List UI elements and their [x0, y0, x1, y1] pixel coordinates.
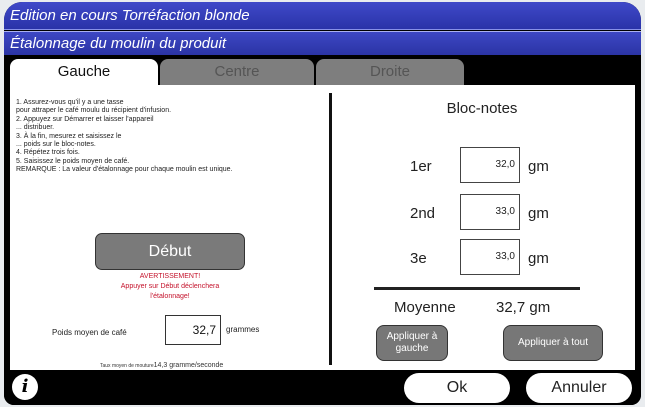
apply-left-button[interactable]: Appliquer à gauche: [376, 325, 448, 361]
instruction-line: 4. Répétez trois fois.: [16, 149, 80, 157]
notepad-row-unit: gm: [528, 250, 549, 267]
notepad-average-label: Moyenne: [394, 299, 456, 316]
notepad-row-unit: gm: [528, 205, 549, 222]
warning-title: AVERTISSEMENT!: [139, 273, 201, 280]
average-weight-label: Poids moyen de café: [52, 328, 127, 337]
apply-left-label: Appliquer à gauche: [386, 331, 438, 354]
notepad-row-label: 3e: [410, 250, 427, 267]
start-button[interactable]: Début: [95, 233, 245, 270]
notepad-input-3[interactable]: 33,0: [460, 239, 520, 275]
grind-rate: Taux moyen de mouture14,3 gramme/seconde: [100, 362, 223, 369]
notepad-input-1[interactable]: 32,0: [460, 147, 520, 183]
notepad-row-unit: gm: [528, 158, 549, 175]
window: Edition en cours Torréfaction blonde Éta…: [4, 2, 641, 405]
instruction-line: ... distribuer.: [16, 124, 55, 132]
average-weight-input[interactable]: 32,7: [165, 315, 221, 345]
cancel-button[interactable]: Annuler: [526, 373, 632, 403]
tab-droite[interactable]: Droite: [316, 59, 464, 85]
instruction-line: 1. Assurez-vous qu'il y a une tasse: [16, 99, 124, 106]
instruction-line: 3. À la fin, mesurez et saisissez le: [16, 132, 122, 140]
apply-all-label: Appliquer à tout: [517, 337, 589, 348]
warning-text-1: Appuyer sur Début déclenchera: [120, 283, 220, 290]
instruction-line: pour attraper le café moulu du récipient…: [16, 107, 172, 115]
window-title: Edition en cours Torréfaction blonde: [4, 2, 641, 30]
instructions: 1. Assurez-vous qu'il y a une tasse pour…: [16, 99, 322, 175]
info-icon[interactable]: i: [12, 374, 38, 400]
average-weight-unit: grammes: [226, 325, 260, 334]
apply-all-button[interactable]: Appliquer à tout: [503, 325, 603, 361]
grind-rate-label: Taux moyen de mouture: [100, 363, 154, 369]
warning-text-2: l'étalonnage!: [150, 293, 190, 300]
notepad-input-2[interactable]: 33,0: [460, 194, 520, 230]
instruction-line: REMARQUE : La valeur d'étalonnage pour c…: [16, 166, 233, 174]
instruction-line: 5. Saisissez le poids moyen de café.: [16, 157, 130, 165]
tab-centre[interactable]: Centre: [160, 59, 314, 85]
tab-gauche[interactable]: Gauche: [10, 59, 158, 85]
notepad-row-label: 2nd: [410, 205, 436, 222]
notepad-title: Bloc-notes: [446, 100, 518, 117]
grind-rate-value: 14,3 gramme/seconde: [153, 362, 224, 369]
notepad-average-value: 32,7 gm: [496, 299, 551, 316]
ok-button[interactable]: Ok: [404, 373, 510, 403]
page-subtitle: Étalonnage du moulin du produit: [4, 31, 641, 55]
notepad-row-label: 1er: [410, 158, 432, 175]
instruction-line: ... poids sur le bloc-notes.: [16, 141, 96, 149]
content-panel: 1. Assurez-vous qu'il y a une tasse pour…: [10, 85, 635, 370]
panel-divider: [329, 93, 332, 365]
notepad-separator: [374, 287, 580, 290]
instruction-line: 2. Appuyez sur Démarrer et laisser l'app…: [16, 115, 154, 123]
